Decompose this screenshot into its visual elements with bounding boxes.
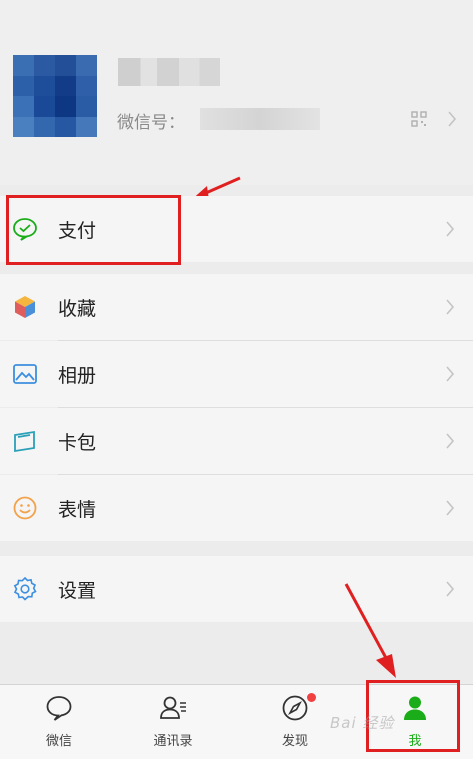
chevron-right-icon [447, 111, 457, 127]
chevron-right-icon [445, 221, 455, 237]
tab-contacts[interactable]: 通讯录 [114, 685, 232, 759]
nickname-blurred [118, 58, 220, 86]
wechat-id-label: 微信号： [117, 113, 185, 133]
wechat-id-blurred [200, 108, 320, 130]
chevron-right-icon [445, 500, 455, 516]
album-icon [12, 361, 38, 387]
cards-icon [12, 428, 38, 454]
menu-item-album[interactable]: 相册 [0, 341, 473, 407]
settings-icon [12, 576, 38, 602]
discover-icon [280, 693, 310, 723]
menu-item-label: 表情 [58, 499, 97, 521]
avatar[interactable] [13, 55, 97, 137]
tab-label: 通讯录 [153, 734, 193, 749]
menu-item-label: 相册 [58, 365, 97, 387]
watermark-logo: Bai 经验 [330, 714, 395, 732]
chevron-right-icon [445, 581, 455, 597]
menu-item-label: 设置 [58, 580, 97, 602]
stickers-icon [12, 495, 38, 521]
profile-header[interactable]: 微信号： [0, 0, 473, 185]
tab-label: 微信 [45, 734, 72, 749]
chats-icon [44, 693, 74, 723]
menu-item-label: 卡包 [58, 432, 97, 454]
chevron-right-icon [445, 366, 455, 382]
menu-item-cards[interactable]: 卡包 [0, 408, 473, 474]
menu-item-favorites[interactable]: 收藏 [0, 274, 473, 340]
new-badge-dot [307, 693, 316, 702]
menu-item-label: 收藏 [58, 298, 97, 320]
annotation-arrow-me [344, 583, 396, 678]
favorites-icon [12, 294, 38, 320]
qr-code-icon[interactable] [411, 111, 427, 127]
contacts-icon [158, 693, 188, 723]
chevron-right-icon [445, 433, 455, 449]
chevron-right-icon [445, 299, 455, 315]
menu-item-stickers[interactable]: 表情 [0, 475, 473, 541]
annotation-box-pay [6, 195, 181, 265]
tab-chats[interactable]: 微信 [0, 685, 118, 759]
